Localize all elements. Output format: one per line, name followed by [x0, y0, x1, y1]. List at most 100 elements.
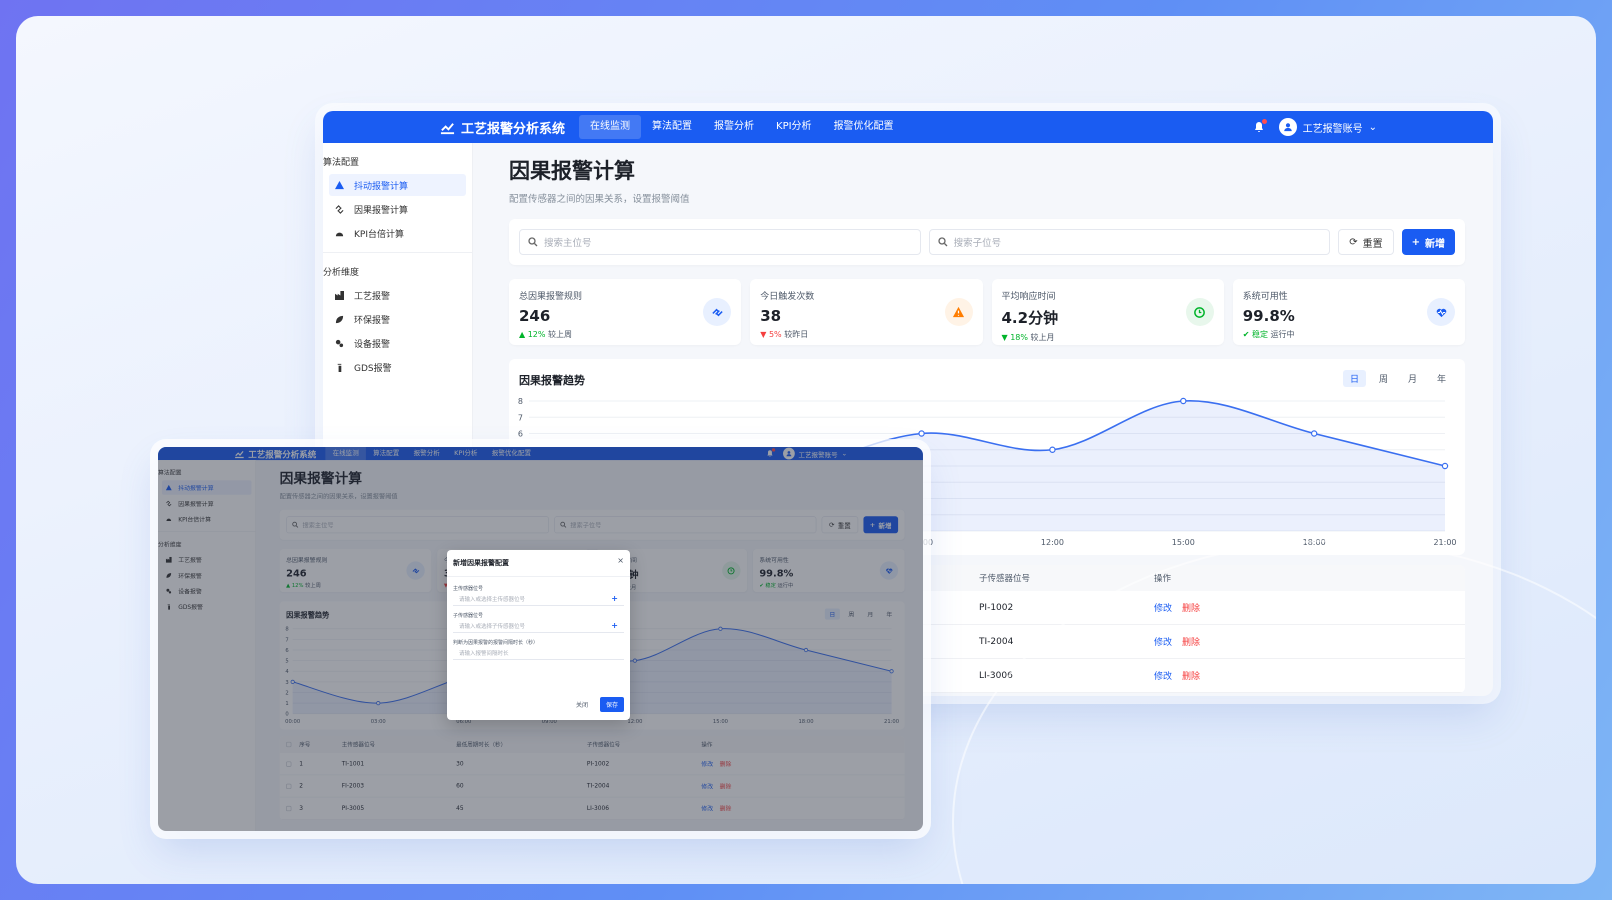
dialog-title: 新增因果报警配置: [453, 559, 509, 567]
trend-arrow-icon: ▼: [760, 330, 767, 339]
sidebar-item-process-alarm[interactable]: 工艺报警: [329, 284, 466, 306]
tab-day[interactable]: 日: [1342, 370, 1366, 387]
period-tabs: 日 周 月 年: [1342, 370, 1453, 387]
data-point: [1180, 397, 1187, 405]
sidebar-item-causal-alarm[interactable]: 因果报警计算: [329, 198, 466, 220]
sidebar-group-dimension: 分析维度: [323, 268, 360, 278]
col-actions: 操作: [1154, 574, 1172, 584]
clock-icon: [1185, 298, 1214, 326]
col-sub-tag: 子传感器位号: [979, 574, 1031, 584]
stat-value: 99.8%: [1242, 307, 1295, 325]
edit-link[interactable]: 修改: [1154, 669, 1172, 682]
sidebar-item-label: 工艺报警: [354, 291, 391, 302]
sidebar-item-kpi-calc[interactable]: KPI台倍计算: [329, 222, 466, 244]
app-title: 工艺报警分析系统: [461, 121, 566, 137]
factory-icon: [335, 290, 344, 300]
sidebar-group-algorithm: 算法配置: [323, 158, 360, 168]
nav-alarm-optimization[interactable]: 报警优化配置: [823, 115, 905, 139]
search-icon: [937, 237, 948, 247]
plus-icon[interactable]: +: [611, 621, 618, 630]
sub-tag-placeholder: 请输入或选择子传感器位号: [459, 623, 526, 630]
stat-card: 平均响应时间 4.2分钟 ▼ 18% 较上月: [991, 279, 1224, 345]
main-tag-placeholder: 请输入或选择主传感器位号: [459, 596, 526, 603]
nav-alarm-analysis[interactable]: 报警分析: [703, 115, 765, 139]
window-field[interactable]: 请输入报警间隔时长: [453, 646, 624, 660]
search-icon: [528, 237, 538, 247]
stat-trend: ▼ 5% 较昨日: [760, 329, 972, 340]
stat-value: 4.2分钟: [1001, 309, 1059, 327]
sidebar-item-gds-alarm[interactable]: GDS报警: [329, 356, 466, 378]
search-sub-tag-input[interactable]: 搜索子位号: [928, 229, 1331, 255]
tab-week[interactable]: 周: [1372, 370, 1395, 387]
dialog-divider: [447, 576, 630, 577]
delete-link[interactable]: 删除: [1182, 601, 1200, 614]
reset-button[interactable]: ⟳ 重置: [1338, 229, 1394, 255]
save-button[interactable]: 保存: [599, 697, 624, 712]
fire-extinguisher-icon: [337, 363, 342, 372]
stat-card: 今日触发次数 38 ▼ 5% 较昨日: [750, 279, 983, 345]
cancel-button[interactable]: 关闭: [570, 697, 594, 712]
sidebar-item-label: GDS报警: [354, 363, 392, 374]
main-tag-field[interactable]: 请输入或选择主传感器位号 +: [453, 592, 624, 606]
stat-trend-value: 5%: [768, 330, 782, 339]
nav-online-monitor[interactable]: 在线监测: [579, 115, 642, 139]
background-stage: 工艺报警分析系统 在线监测 算法配置 报警分析 KPI分析 报警优化配置 工艺报…: [16, 16, 1596, 884]
gauge-icon: [335, 232, 344, 236]
refresh-icon: ⟳: [1349, 236, 1358, 248]
cell-sub-tag: TI-2004: [979, 636, 1014, 647]
chart-line-icon: [440, 122, 455, 134]
user-name: 工艺报警账号: [1302, 123, 1363, 135]
notification-dot: [1261, 119, 1267, 124]
stat-card: 系统可用性 99.8% ✔ 稳定 运行中: [1232, 279, 1465, 345]
sidebar-item-label: 因果报警计算: [354, 205, 409, 216]
stat-label: 平均响应时间: [1001, 292, 1056, 302]
nav-algorithm-config[interactable]: 算法配置: [641, 115, 703, 139]
bell-icon[interactable]: [1253, 119, 1267, 133]
chart-title: 因果报警趋势: [519, 374, 585, 387]
stat-label: 今日触发次数: [760, 292, 815, 302]
stat-trend-value: 18%: [1010, 333, 1028, 342]
sidebar-item-env-alarm[interactable]: 环保报警: [329, 308, 466, 330]
link-icon: [335, 204, 344, 214]
plus-icon: +: [1411, 236, 1420, 248]
stat-label: 总因果报警规则: [519, 292, 583, 302]
cogs-icon: [335, 339, 344, 347]
main-tag-label: 主传感器位号: [453, 586, 484, 592]
plus-icon[interactable]: +: [611, 594, 618, 603]
x-tick-label: 15:00: [1172, 538, 1195, 547]
delete-link[interactable]: 删除: [1182, 669, 1200, 682]
delete-link[interactable]: 删除: [1182, 635, 1200, 648]
x-tick-label: 21:00: [1433, 538, 1456, 547]
user-menu[interactable]: 工艺报警账号 ⌄: [1278, 118, 1377, 136]
edit-link[interactable]: 修改: [1154, 635, 1172, 648]
x-tick-label: 18:00: [1303, 538, 1326, 547]
close-icon[interactable]: ×: [617, 556, 624, 565]
window-placeholder: 请输入报警间隔时长: [459, 650, 509, 657]
cell-sub-tag: PI-1002: [979, 602, 1014, 613]
stat-trend: ▼ 18% 较上月: [1002, 332, 1214, 343]
stat-card: 总因果报警规则 246 ▲ 12% 较上周: [509, 279, 742, 345]
app-brand[interactable]: 工艺报警分析系统: [440, 118, 565, 137]
sidebar-item-label: KPI台倍计算: [354, 229, 404, 240]
sidebar-item-device-alarm[interactable]: 设备报警: [329, 332, 466, 354]
search-main-tag-input[interactable]: 搜索主位号: [519, 229, 921, 255]
sidebar-item-label: 设备报警: [354, 339, 391, 350]
edit-link[interactable]: 修改: [1154, 601, 1172, 614]
reset-button-label: 重置: [1362, 238, 1383, 250]
add-button[interactable]: + 新增: [1401, 229, 1455, 255]
add-button-label: 新增: [1425, 238, 1445, 250]
heart-pulse-icon: [1427, 298, 1455, 326]
warning-icon: [335, 180, 344, 189]
stat-value: 38: [760, 307, 782, 325]
cell-sub-tag: LI-3006: [979, 670, 1013, 681]
sub-tag-field[interactable]: 请输入或选择子传感器位号 +: [453, 619, 624, 633]
sidebar-item-jitter-alarm[interactable]: 抖动报警计算: [329, 174, 466, 196]
sidebar-divider: [323, 252, 472, 253]
trend-arrow-icon: ▲: [519, 330, 526, 339]
tab-month[interactable]: 月: [1401, 370, 1424, 387]
stat-trend-value: 稳定: [1252, 330, 1268, 339]
nav-kpi-analysis[interactable]: KPI分析: [765, 115, 823, 139]
tab-year[interactable]: 年: [1430, 370, 1453, 387]
page-subtitle: 配置传感器之间的因果关系，设置报警阈值: [509, 194, 690, 205]
search-main-placeholder: 搜索主位号: [544, 238, 592, 249]
